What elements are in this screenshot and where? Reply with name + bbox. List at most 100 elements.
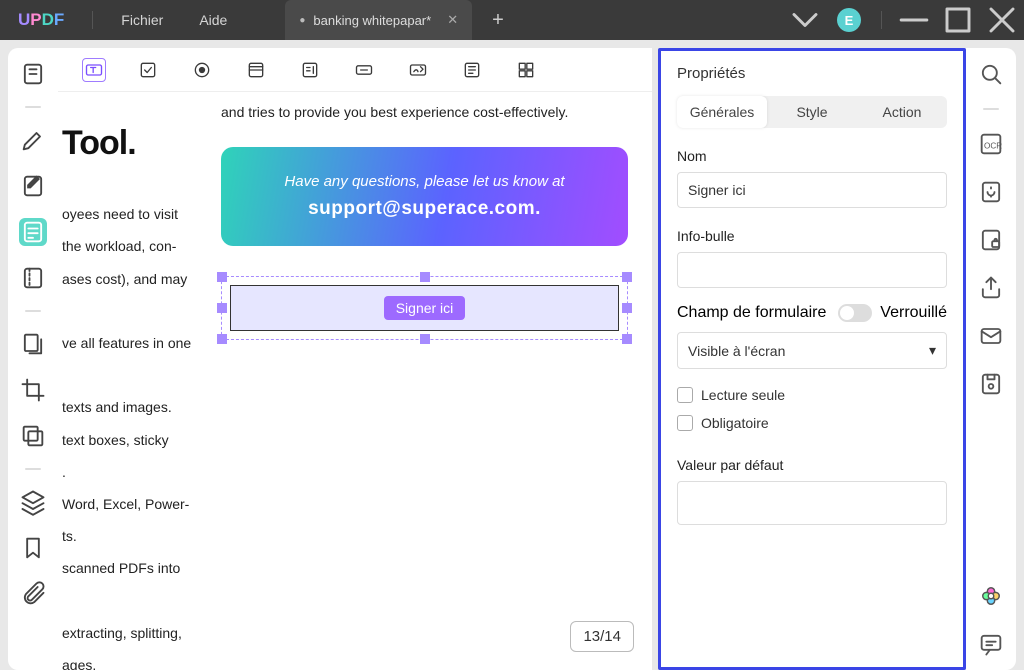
edit-text-icon[interactable] — [19, 172, 47, 200]
label-name: Nom — [677, 148, 947, 164]
tooltip-input[interactable] — [677, 252, 947, 288]
resize-handle[interactable] — [420, 272, 430, 282]
tab-strip: ● banking whitepapar* ✕ + — [245, 0, 503, 40]
main-frame: Tool. oyees need to visit the workload, … — [0, 40, 1024, 670]
separator — [25, 310, 41, 312]
form-tool-icon[interactable] — [19, 218, 47, 246]
organize-pages-icon[interactable] — [19, 264, 47, 292]
batch-icon[interactable] — [19, 422, 47, 450]
resize-handle[interactable] — [622, 272, 632, 282]
label-locked: Verrouillé — [880, 304, 947, 322]
doc-text-fragment: . — [62, 456, 203, 488]
readonly-row[interactable]: Lecture seule — [677, 387, 947, 403]
support-line1: Have any questions, please let us know a… — [239, 173, 610, 190]
attachment-icon[interactable] — [19, 580, 47, 608]
ai-icon[interactable] — [977, 582, 1005, 610]
doc-text-fragment — [62, 359, 203, 391]
convert-icon[interactable] — [977, 178, 1005, 206]
user-avatar[interactable]: E — [827, 0, 871, 40]
doc-text-fragment: ve all features in one — [62, 327, 203, 359]
protect-icon[interactable] — [977, 226, 1005, 254]
new-tab-button[interactable]: + — [492, 9, 504, 32]
menu-help[interactable]: Aide — [181, 12, 245, 28]
chevron-down-icon: ▾ — [929, 342, 936, 359]
dropdown-tool[interactable] — [298, 58, 322, 82]
doc-text-fragment: texts and images. — [62, 391, 203, 423]
comment-icon[interactable] — [977, 630, 1005, 658]
tab-style[interactable]: Style — [767, 96, 857, 128]
tab-close-icon[interactable]: ✕ — [447, 12, 458, 28]
doc-text-fragment: scanned PDFs into — [62, 552, 203, 584]
locked-toggle[interactable] — [838, 304, 872, 322]
label-tooltip: Info-bulle — [677, 228, 947, 244]
mail-icon[interactable] — [977, 322, 1005, 350]
visibility-select[interactable]: Visible à l'écran ▾ — [677, 332, 947, 369]
support-card: Have any questions, please let us know a… — [221, 147, 628, 246]
signature-field[interactable]: Signer ici — [230, 285, 619, 331]
doc-text-fragment — [62, 584, 203, 616]
text-field-tool[interactable] — [82, 58, 106, 82]
layers-icon[interactable] — [19, 488, 47, 516]
tab-general[interactable]: Générales — [677, 96, 767, 128]
share-icon[interactable] — [977, 274, 1005, 302]
signature-tool[interactable] — [406, 58, 430, 82]
save-icon[interactable] — [977, 370, 1005, 398]
doc-text-fragment: the workload, con- — [62, 230, 203, 262]
document-main: and tries to provide you best experience… — [203, 92, 652, 670]
svg-text:OCR: OCR — [984, 142, 1002, 151]
properties-tabs: Générales Style Action — [677, 96, 947, 128]
page-indicator[interactable]: 13/14 — [570, 621, 634, 652]
button-tool[interactable] — [352, 58, 376, 82]
resize-handle[interactable] — [420, 334, 430, 344]
document-left-slice: Tool. oyees need to visit the workload, … — [58, 92, 203, 670]
app-logo: UPDF — [0, 10, 82, 30]
resize-handle[interactable] — [217, 303, 227, 313]
doc-text-fragment — [62, 295, 203, 327]
label-default: Valeur par défaut — [677, 457, 947, 473]
titlebar: UPDF Fichier Aide ● banking whitepapar* … — [0, 0, 1024, 40]
ocr-icon[interactable]: OCR — [977, 130, 1005, 158]
doc-text-fragment: extracting, splitting, — [62, 617, 203, 649]
document-tab[interactable]: ● banking whitepapar* ✕ — [285, 0, 472, 40]
maximize-button[interactable] — [936, 0, 980, 40]
image-tool[interactable] — [460, 58, 484, 82]
minimize-button[interactable] — [892, 0, 936, 40]
chevron-down-icon[interactable] — [783, 0, 827, 40]
doc-text-fragment: text boxes, sticky — [62, 424, 203, 456]
tab-modified-dot: ● — [299, 15, 305, 26]
close-button[interactable] — [980, 0, 1024, 40]
radio-tool[interactable] — [190, 58, 214, 82]
titlebar-right: E — [783, 0, 1024, 40]
required-checkbox[interactable] — [677, 415, 693, 431]
name-input[interactable] — [677, 172, 947, 208]
resize-handle[interactable] — [217, 272, 227, 282]
checkbox-tool[interactable] — [136, 58, 160, 82]
form-toolbar — [58, 48, 652, 92]
highlighter-icon[interactable] — [19, 126, 47, 154]
doc-text-fragment: ts. — [62, 520, 203, 552]
resize-handle[interactable] — [217, 334, 227, 344]
signature-field-selection[interactable]: Signer ici — [221, 276, 628, 340]
formfield-row: Champ de formulaire Verrouillé — [677, 304, 947, 322]
document-area: Tool. oyees need to visit the workload, … — [58, 92, 652, 670]
readonly-checkbox[interactable] — [677, 387, 693, 403]
resize-handle[interactable] — [622, 303, 632, 313]
tab-title: banking whitepapar* — [313, 13, 431, 28]
required-label: Obligatoire — [701, 415, 769, 431]
listbox-tool[interactable] — [244, 58, 268, 82]
bookmark-icon[interactable] — [19, 534, 47, 562]
separator — [25, 106, 41, 108]
menu-file[interactable]: Fichier — [103, 12, 181, 28]
separator — [881, 11, 882, 29]
crop-icon[interactable] — [19, 376, 47, 404]
search-icon[interactable] — [977, 60, 1005, 88]
required-row[interactable]: Obligatoire — [677, 415, 947, 431]
default-value-input[interactable] — [677, 481, 947, 525]
page-copy-icon[interactable] — [19, 330, 47, 358]
signature-label: Signer ici — [384, 296, 466, 320]
grid-tool[interactable] — [514, 58, 538, 82]
doc-text-fragment: ages. — [62, 649, 203, 670]
resize-handle[interactable] — [622, 334, 632, 344]
tab-action[interactable]: Action — [857, 96, 947, 128]
reader-icon[interactable] — [19, 60, 47, 88]
